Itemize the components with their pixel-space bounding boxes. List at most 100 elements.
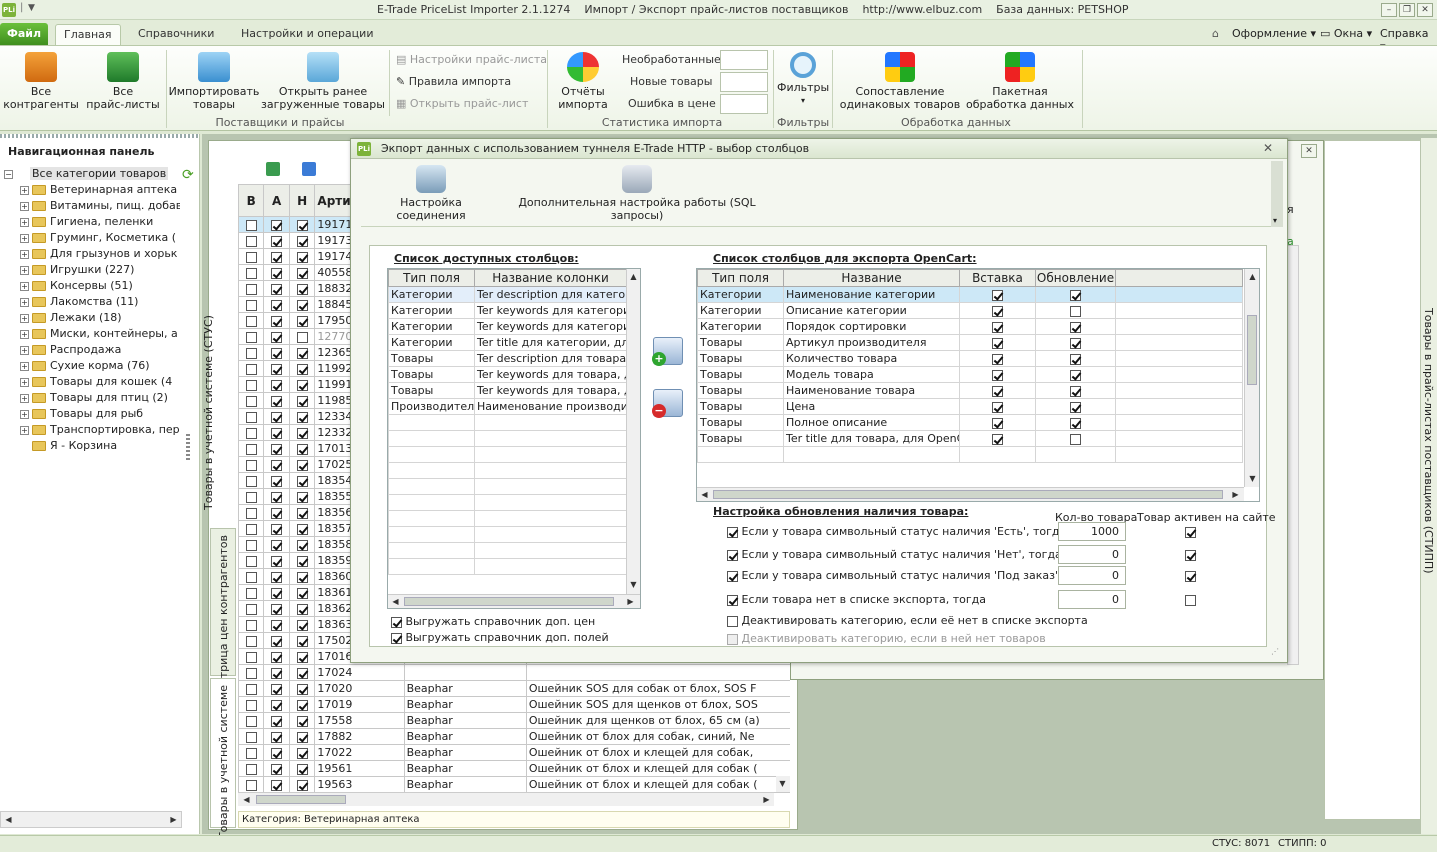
checkbox-icon[interactable] — [271, 683, 283, 695]
deactivate-category-checkbox[interactable]: Деактивировать категорию, если её нет в … — [727, 614, 1088, 627]
list-item[interactable]: Товары Ter description для товара — [388, 350, 627, 367]
checkbox-icon[interactable] — [245, 651, 257, 663]
scroll-right-icon[interactable]: ▶ — [760, 793, 773, 806]
tree-category-item[interactable]: + Сухие корма (76) — [4, 358, 180, 374]
import-goods-button[interactable]: Импортировать товары — [168, 52, 260, 111]
scroll-left-icon[interactable]: ◀ — [240, 793, 253, 806]
list-item[interactable]: Категории Наименование категории — [697, 286, 1243, 303]
side-tab-stipp[interactable]: Товары в прайс-листах поставщиков (СТИПП… — [1420, 138, 1437, 834]
background-window-close-button[interactable]: ✕ — [1301, 144, 1317, 158]
list-item[interactable]: Категории Порядок сортировки — [697, 318, 1243, 335]
tree-category-item[interactable]: + Игрушки (227) — [4, 262, 180, 278]
checkbox-icon[interactable] — [271, 651, 283, 663]
checkbox-icon[interactable] — [296, 603, 308, 615]
checkbox-icon[interactable] — [245, 475, 257, 487]
list-item[interactable] — [388, 494, 627, 511]
table-row[interactable]: 19563 Beaphar Ошейник от блох и клещей для… — [238, 776, 790, 793]
list-item[interactable]: ТоварыTer title для товара, для OpenCart — [697, 430, 1243, 447]
tab-file[interactable]: Файл — [0, 23, 48, 45]
collapse-icon[interactable]: − — [4, 169, 13, 179]
checkbox-icon[interactable] — [992, 321, 1003, 333]
checkbox-icon[interactable] — [245, 619, 257, 631]
scroll-thumb[interactable] — [404, 597, 614, 606]
checkbox-icon[interactable] — [296, 491, 308, 503]
checkbox-icon[interactable] — [1070, 305, 1081, 317]
checkbox-icon[interactable] — [271, 267, 283, 279]
list-item[interactable]: Товары Ter keywords для товара, дл — [388, 382, 627, 399]
checkbox-icon[interactable] — [1070, 401, 1081, 413]
checkbox-icon[interactable] — [271, 699, 283, 711]
maximize-button[interactable]: ❐ — [1399, 3, 1415, 17]
scroll-thumb[interactable] — [256, 795, 346, 804]
available-hscrollbar[interactable]: ◀ ▶ — [388, 594, 640, 608]
checkbox-icon[interactable] — [245, 219, 257, 231]
checkbox-icon[interactable] — [245, 299, 257, 311]
expand-icon[interactable]: + — [20, 345, 29, 355]
checkbox-icon[interactable] — [245, 347, 257, 359]
checkbox-icon[interactable] — [296, 443, 308, 455]
checkbox-icon[interactable] — [245, 667, 257, 679]
checkbox-icon[interactable] — [296, 619, 308, 631]
export-col-update[interactable]: Обновление — [1035, 269, 1116, 287]
tree-category-item[interactable]: + Консервы (51) — [4, 278, 180, 294]
scroll-thumb[interactable] — [713, 490, 1223, 499]
active-on-site-checkbox[interactable] — [1185, 525, 1196, 538]
checkbox-icon[interactable] — [296, 363, 308, 375]
grid-toolbar-icon[interactable] — [266, 162, 280, 176]
minimize-button[interactable]: – — [1381, 3, 1397, 17]
checkbox-icon[interactable] — [296, 427, 308, 439]
checkbox-icon[interactable] — [296, 347, 308, 359]
qty-input[interactable]: 1000 — [1058, 522, 1126, 541]
open-pricelist-button[interactable]: ▦ Открыть прайс-лист — [396, 97, 528, 110]
scroll-left-icon[interactable]: ◀ — [2, 813, 15, 826]
checkbox-icon[interactable] — [296, 699, 308, 711]
tree-category-item[interactable]: + Товары для птиц (2) — [4, 390, 180, 406]
checkbox-icon[interactable] — [992, 401, 1003, 413]
quick-access-dropdown-icon[interactable]: ▼ — [28, 3, 35, 13]
available-vscrollbar[interactable]: ▲ ▼ — [626, 269, 640, 594]
checkbox-icon[interactable] — [245, 331, 257, 343]
checkbox-icon[interactable] — [271, 235, 283, 247]
checkbox-icon[interactable] — [1070, 433, 1081, 445]
available-col-name[interactable]: Название колонки — [474, 269, 627, 287]
checkbox-icon[interactable] — [271, 491, 283, 503]
checkbox-icon[interactable] — [245, 411, 257, 423]
side-tab-matrix[interactable]: Матрица цен контрагентов — [210, 528, 236, 695]
checkbox-icon[interactable] — [1185, 526, 1196, 538]
checkbox-icon[interactable] — [296, 315, 308, 327]
checkbox-icon[interactable] — [245, 779, 257, 791]
table-row[interactable]: 17019 Beaphar Ошейник SOS для щенков от бл… — [238, 696, 790, 713]
checkbox-icon[interactable] — [245, 379, 257, 391]
checkbox-icon[interactable] — [245, 539, 257, 551]
checkbox-icon[interactable] — [296, 731, 308, 743]
table-row[interactable]: 17882 Beaphar Ошейник от блох для собак, с… — [238, 728, 790, 745]
checkbox-icon[interactable] — [296, 475, 308, 487]
checkbox-icon[interactable] — [992, 353, 1003, 365]
checkbox-icon[interactable] — [296, 555, 308, 567]
checkbox-icon[interactable] — [1070, 353, 1081, 365]
checkbox-icon[interactable] — [296, 779, 308, 791]
active-on-site-checkbox[interactable] — [1185, 548, 1196, 561]
table-row[interactable]: 17024 — [238, 664, 790, 681]
expand-icon[interactable]: + — [20, 265, 29, 275]
checkbox-icon[interactable] — [271, 635, 283, 647]
list-item[interactable] — [388, 430, 627, 447]
list-item[interactable]: Категории Описание категории — [697, 302, 1243, 319]
expand-icon[interactable]: + — [20, 201, 29, 211]
checkbox-icon[interactable] — [296, 459, 308, 471]
checkbox-icon[interactable] — [296, 331, 308, 343]
checkbox-icon[interactable] — [296, 251, 308, 263]
splitter-handle[interactable] — [186, 434, 190, 460]
checkbox-icon[interactable] — [992, 337, 1003, 349]
stock-rule-checkbox[interactable]: Если у товара символьный статус наличия … — [727, 548, 1062, 561]
tree-category-item[interactable]: + Лежаки (18) — [4, 310, 180, 326]
expand-icon[interactable]: + — [20, 329, 29, 339]
checkbox-icon[interactable] — [296, 667, 308, 679]
grid-toolbar-icon[interactable] — [302, 162, 316, 176]
open-loaded-goods-button[interactable]: Открыть ранее загруженные товары — [260, 52, 386, 111]
checkbox-icon[interactable] — [245, 699, 257, 711]
checkbox-icon[interactable] — [245, 523, 257, 535]
list-item[interactable]: КатегорииTer description для категории — [388, 286, 627, 303]
list-item[interactable] — [697, 446, 1243, 463]
expand-icon[interactable]: + — [20, 297, 29, 307]
